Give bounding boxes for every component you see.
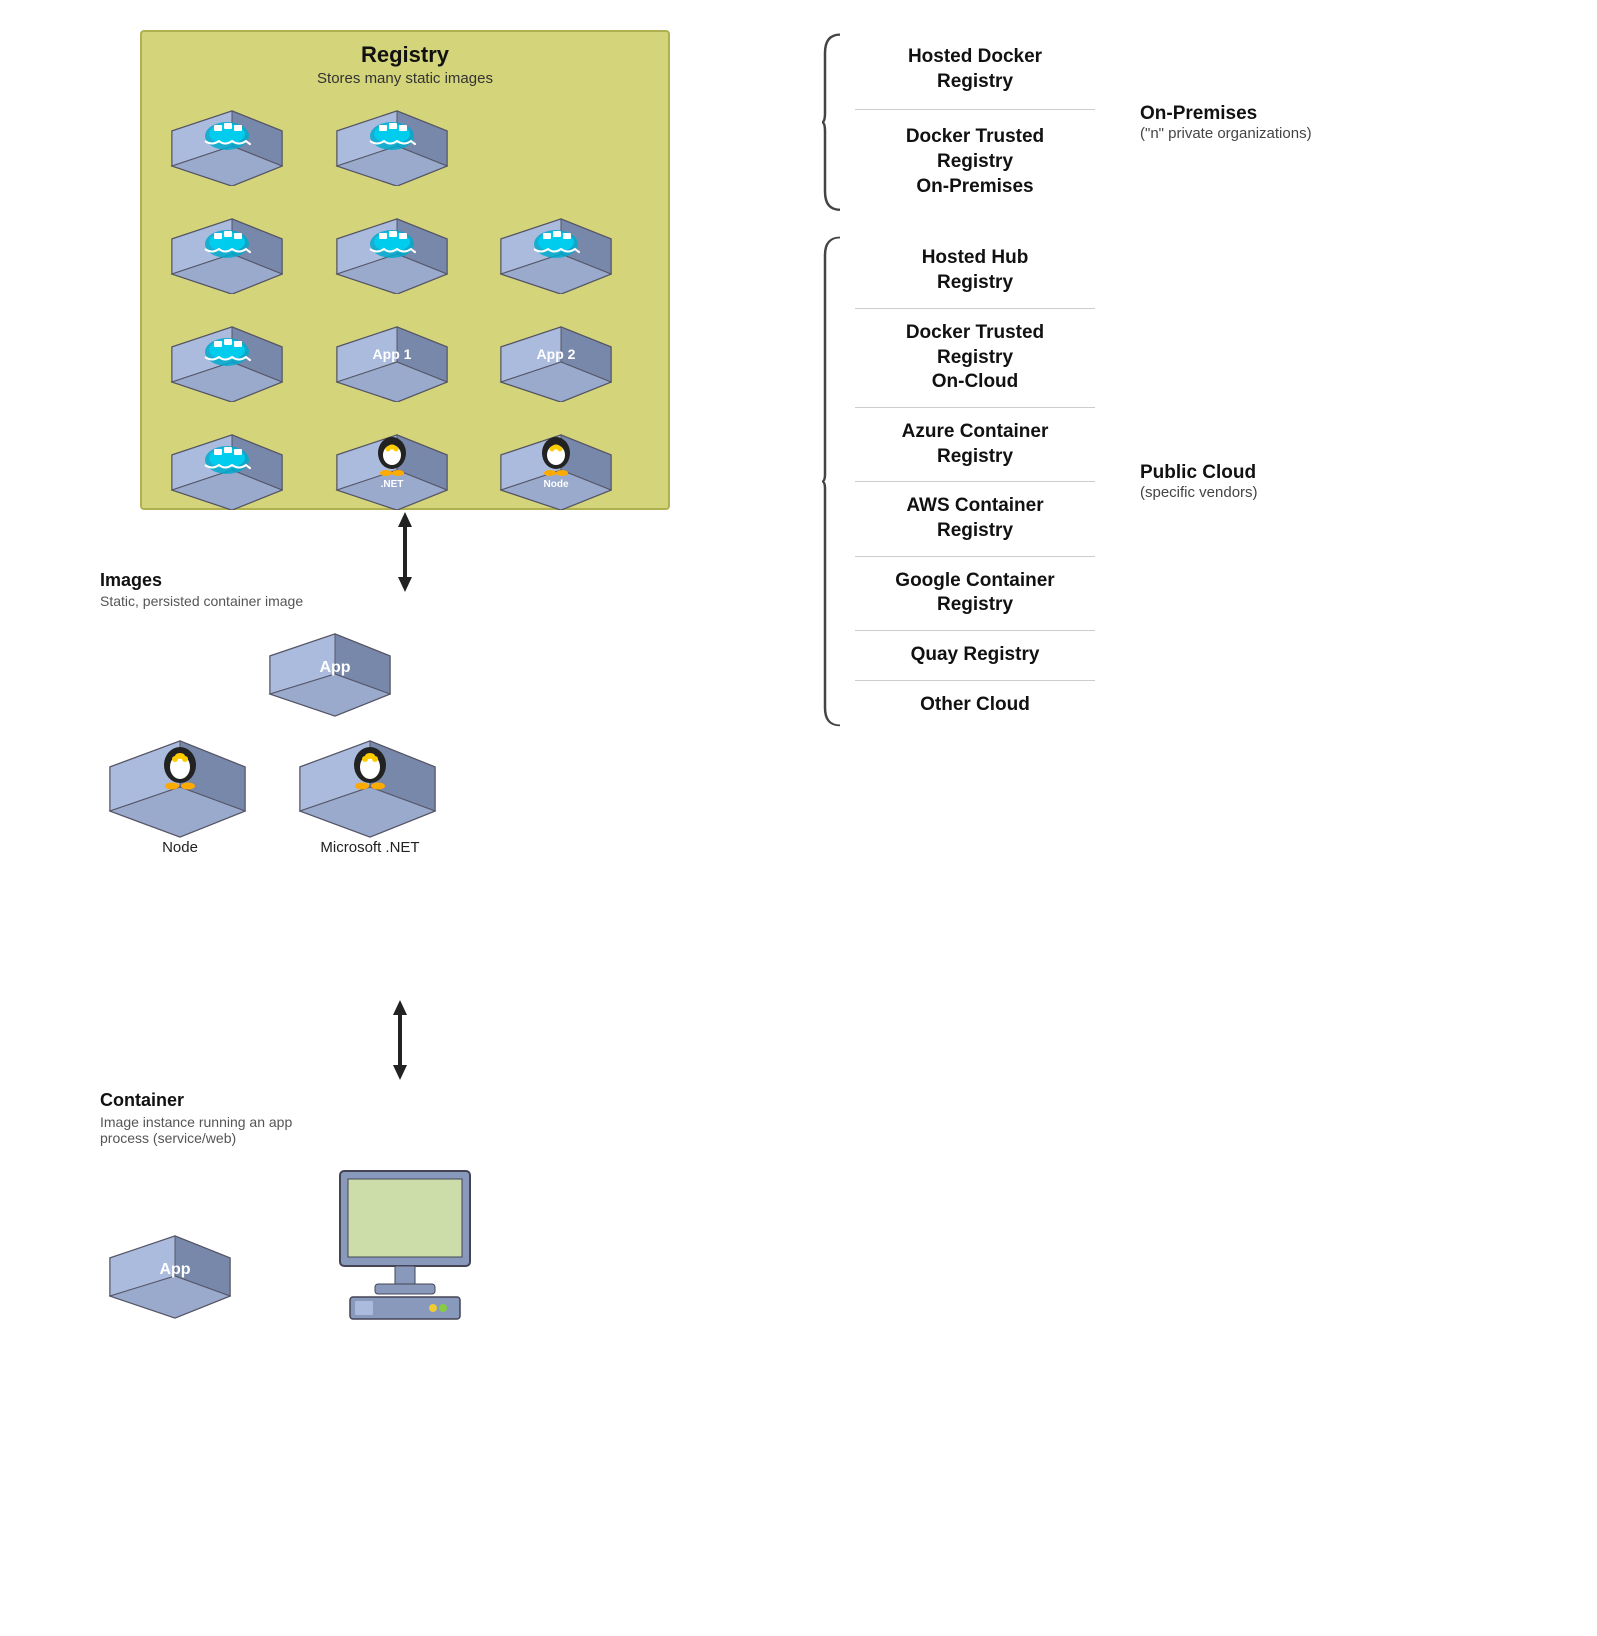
images-subtitle: Static, persisted container image <box>100 593 450 609</box>
app-container: App <box>260 624 410 719</box>
on-premises-item-1: Hosted DockerRegistry <box>835 30 1115 109</box>
images-title: Images <box>100 570 450 591</box>
registry-box: Registry Stores many static images <box>140 30 670 510</box>
list-item: App 2 <box>491 317 648 417</box>
list-item: App 1 <box>327 317 484 417</box>
on-premises-label-col: On-Premises ("n" private organizations) <box>1115 30 1312 214</box>
node-label: Node <box>162 839 198 856</box>
svg-text:App 2: App 2 <box>537 346 576 362</box>
arrow-images-to-container <box>385 1000 415 1085</box>
pc-item-1: Hosted HubRegistry <box>835 234 1115 307</box>
list-item <box>491 101 648 201</box>
registry-item-label: Docker TrustedRegistryOn-Premises <box>855 125 1095 199</box>
registry-subtitle: Stores many static images <box>152 70 658 87</box>
list-item <box>327 101 484 201</box>
pc-item-7: Other Cloud <box>835 681 1115 730</box>
on-premises-sublabel: ("n" private organizations) <box>1140 125 1312 142</box>
container-section: Container Image instance running an app … <box>100 1090 500 1326</box>
public-cloud-items: Hosted HubRegistry Docker TrustedRegistr… <box>820 234 1115 729</box>
registry-title: Registry <box>152 42 658 68</box>
pc-item-5: Google ContainerRegistry <box>835 557 1115 630</box>
svg-text:.NET: .NET <box>380 479 403 490</box>
node-container: Node <box>100 729 260 856</box>
list-item <box>327 209 484 309</box>
registry-item-label: Azure ContainerRegistry <box>855 420 1095 469</box>
on-premises-label: On-Premises <box>1140 103 1312 125</box>
images-section: Images Static, persisted container image… <box>100 570 450 856</box>
right-panel: Hosted DockerRegistry Docker TrustedRegi… <box>820 30 1580 729</box>
list-item <box>162 101 319 201</box>
registry-item-label: Other Cloud <box>855 693 1095 718</box>
list-item: .NET <box>327 425 484 525</box>
list-item <box>162 317 319 417</box>
svg-text:App: App <box>159 1261 190 1278</box>
on-premises-group: Hosted DockerRegistry Docker TrustedRegi… <box>820 30 1580 214</box>
registry-item-label: Quay Registry <box>855 643 1095 668</box>
registry-item-label: Google ContainerRegistry <box>855 569 1095 618</box>
pc-item-4: AWS ContainerRegistry <box>835 482 1115 555</box>
svg-text:App 1: App 1 <box>372 346 411 362</box>
list-item: Node <box>491 425 648 525</box>
list-item <box>491 209 648 309</box>
registry-item-label: Docker TrustedRegistryOn-Cloud <box>855 321 1095 395</box>
diagram-wrapper: Registry Stores many static images <box>0 0 1597 1636</box>
registry-item-label: Hosted DockerRegistry <box>855 45 1095 94</box>
registry-container-grid: App 1 App 2 <box>152 101 658 525</box>
svg-text:Node: Node <box>544 479 569 490</box>
registry-item-label: AWS ContainerRegistry <box>855 494 1095 543</box>
registry-item-label: Hosted HubRegistry <box>855 246 1095 295</box>
pc-item-3: Azure ContainerRegistry <box>835 408 1115 481</box>
public-cloud-group: Hosted HubRegistry Docker TrustedRegistr… <box>820 234 1580 729</box>
list-item <box>162 209 319 309</box>
pc-item-6: Quay Registry <box>835 631 1115 680</box>
public-cloud-label: Public Cloud <box>1140 462 1258 484</box>
server-monitor <box>320 1161 500 1326</box>
container-app: App <box>100 1226 250 1326</box>
on-premises-items: Hosted DockerRegistry Docker TrustedRegi… <box>820 30 1115 214</box>
public-cloud-label-col: Public Cloud (specific vendors) <box>1115 234 1258 729</box>
pc-item-2: Docker TrustedRegistryOn-Cloud <box>835 309 1115 407</box>
container-title: Container <box>100 1090 500 1111</box>
svg-text:App: App <box>319 659 350 676</box>
on-premises-item-2: Docker TrustedRegistryOn-Premises <box>835 110 1115 214</box>
public-cloud-sublabel: (specific vendors) <box>1140 484 1258 501</box>
net-container: Microsoft .NET <box>290 729 450 856</box>
net-label: Microsoft .NET <box>320 839 419 856</box>
container-subtitle: Image instance running an app process (s… <box>100 1114 330 1146</box>
list-item <box>162 425 319 525</box>
